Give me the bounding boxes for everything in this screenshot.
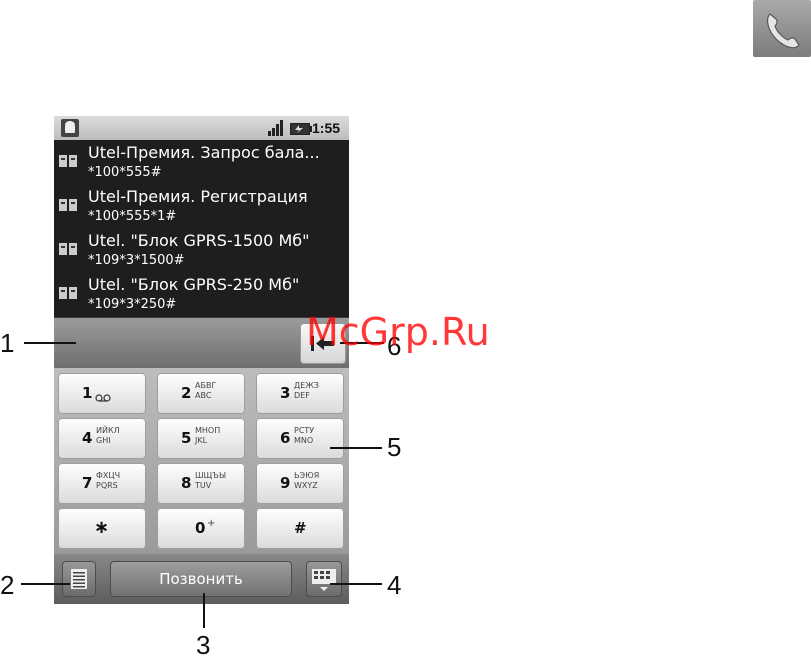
callout-5: 5 xyxy=(387,432,402,462)
callout-1: 1 xyxy=(0,328,15,358)
callout-4: 4 xyxy=(387,570,402,600)
watermark: McGrp.Ru xyxy=(306,310,490,354)
callout-3: 3 xyxy=(196,630,211,660)
callout-2: 2 xyxy=(0,570,15,600)
